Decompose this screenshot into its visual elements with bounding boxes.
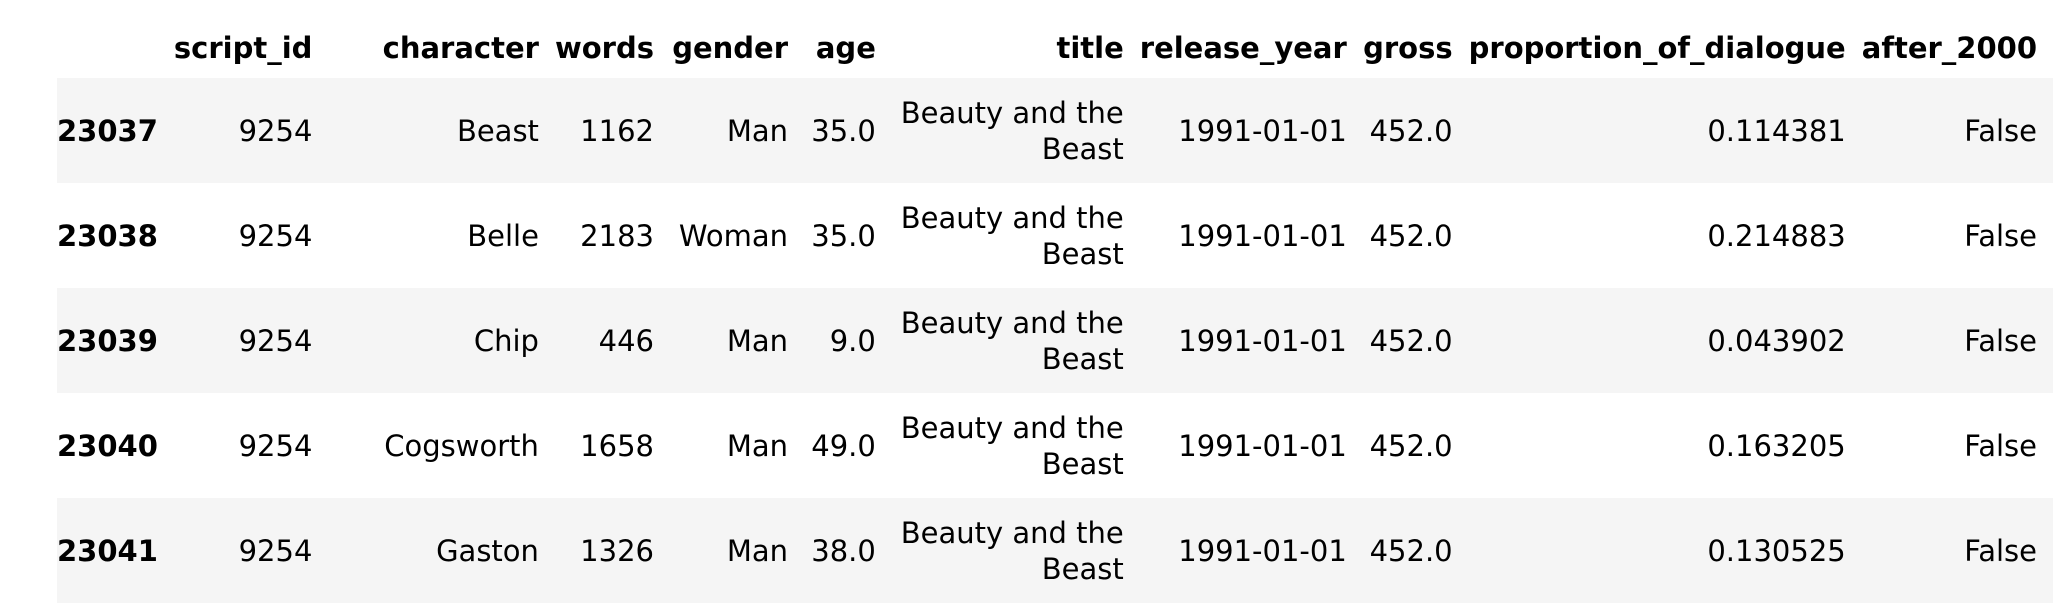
- cell-title-line1: Beauty and the: [900, 410, 1124, 445]
- column-header-proportion-of-dialogue: proportion_of_dialogue: [1468, 31, 1846, 65]
- cell-title-line2: Beast: [1041, 341, 1124, 376]
- column-header-character: character: [382, 31, 539, 65]
- table-row: 23038 9254 Belle 2183 Woman 35.0 Beauty …: [57, 183, 2053, 288]
- cell-release-year: 1991-01-01: [1178, 323, 1347, 358]
- cell-character: Gaston: [436, 533, 539, 568]
- cell-gross: 452.0: [1369, 533, 1453, 568]
- cell-age: 49.0: [811, 428, 876, 463]
- cell-age: 35.0: [811, 218, 876, 253]
- cell-words: 1658: [580, 428, 654, 463]
- cell-character: Belle: [467, 218, 539, 253]
- cell-after-2000: False: [1964, 323, 2037, 358]
- column-header-words: words: [554, 31, 654, 65]
- table-row: 23037 9254 Beast 1162 Man 35.0 Beauty an…: [57, 78, 2053, 183]
- cell-proportion-of-dialogue: 0.163205: [1707, 428, 1846, 463]
- cell-title-line1: Beauty and the: [900, 95, 1124, 130]
- cell-character: Cogsworth: [384, 428, 539, 463]
- cell-gross: 452.0: [1369, 428, 1453, 463]
- cell-age: 38.0: [811, 533, 876, 568]
- cell-gross: 452.0: [1369, 323, 1453, 358]
- cell-character: Beast: [456, 113, 539, 148]
- dataframe-table: script_id character words gender age tit…: [57, 18, 2053, 603]
- column-header-release-year: release_year: [1139, 31, 1347, 65]
- cell-script-id: 9254: [238, 323, 313, 358]
- table-row: 23040 9254 Cogsworth 1658 Man 49.0 Beaut…: [57, 393, 2053, 498]
- cell-age: 9.0: [829, 323, 876, 358]
- cell-script-id: 9254: [238, 218, 313, 253]
- cell-title: Beauty and the Beast: [892, 288, 1140, 393]
- cell-title-line2: Beast: [1041, 446, 1124, 481]
- cell-title: Beauty and the Beast: [892, 78, 1140, 183]
- column-header-gender: gender: [672, 31, 789, 65]
- cell-words: 1326: [580, 533, 654, 568]
- cell-title-line1: Beauty and the: [900, 515, 1124, 550]
- cell-words: 2183: [580, 218, 654, 253]
- cell-title-line1: Beauty and the: [900, 200, 1124, 235]
- table-row: 23039 9254 Chip 446 Man 9.0 Beauty and t…: [57, 288, 2053, 393]
- cell-proportion-of-dialogue: 0.214883: [1707, 218, 1846, 253]
- cell-title-line2: Beast: [1041, 551, 1124, 586]
- cell-gender: Man: [726, 323, 789, 358]
- cell-proportion-of-dialogue: 0.114381: [1707, 113, 1846, 148]
- row-index: 23037: [57, 113, 158, 148]
- column-header-age: age: [815, 31, 876, 65]
- column-header-gross: gross: [1363, 31, 1453, 65]
- cell-words: 1162: [580, 113, 654, 148]
- cell-words: 446: [598, 323, 654, 358]
- dataframe-output: script_id character words gender age tit…: [0, 0, 2053, 609]
- cell-gender: Man: [726, 113, 789, 148]
- cell-gross: 452.0: [1369, 218, 1453, 253]
- cell-title: Beauty and the Beast: [892, 498, 1140, 603]
- row-index: 23041: [57, 533, 158, 568]
- cell-after-2000: False: [1964, 428, 2037, 463]
- cell-gender: Man: [726, 533, 789, 568]
- cell-age: 35.0: [811, 113, 876, 148]
- cell-proportion-of-dialogue: 0.043902: [1707, 323, 1846, 358]
- cell-gender: Woman: [678, 218, 789, 253]
- cell-after-2000: False: [1964, 533, 2037, 568]
- cell-script-id: 9254: [238, 533, 313, 568]
- cell-character: Chip: [473, 323, 539, 358]
- cell-title: Beauty and the Beast: [892, 183, 1140, 288]
- cell-proportion-of-dialogue: 0.130525: [1707, 533, 1846, 568]
- cell-release-year: 1991-01-01: [1178, 218, 1347, 253]
- table-header: script_id character words gender age tit…: [57, 18, 2053, 78]
- row-index: 23040: [57, 428, 158, 463]
- table-row: 23041 9254 Gaston 1326 Man 38.0 Beauty a…: [57, 498, 2053, 603]
- column-header-index: [57, 18, 174, 78]
- cell-release-year: 1991-01-01: [1178, 113, 1347, 148]
- column-header-after-2000: after_2000: [1861, 31, 2037, 65]
- row-index: 23038: [57, 218, 158, 253]
- cell-script-id: 9254: [238, 428, 313, 463]
- cell-after-2000: False: [1964, 113, 2037, 148]
- cell-title-line2: Beast: [1041, 131, 1124, 166]
- cell-title-line2: Beast: [1041, 236, 1124, 271]
- row-index: 23039: [57, 323, 158, 358]
- column-header-script-id: script_id: [173, 31, 313, 65]
- header-row: script_id character words gender age tit…: [57, 18, 2053, 78]
- cell-release-year: 1991-01-01: [1178, 533, 1347, 568]
- cell-release-year: 1991-01-01: [1178, 428, 1347, 463]
- cell-title: Beauty and the Beast: [892, 393, 1140, 498]
- table-body: 23037 9254 Beast 1162 Man 35.0 Beauty an…: [57, 78, 2053, 603]
- cell-gender: Man: [726, 428, 789, 463]
- cell-title-line1: Beauty and the: [900, 305, 1124, 340]
- cell-gross: 452.0: [1369, 113, 1453, 148]
- cell-after-2000: False: [1964, 218, 2037, 253]
- cell-script-id: 9254: [238, 113, 313, 148]
- column-header-title: title: [1056, 31, 1124, 65]
